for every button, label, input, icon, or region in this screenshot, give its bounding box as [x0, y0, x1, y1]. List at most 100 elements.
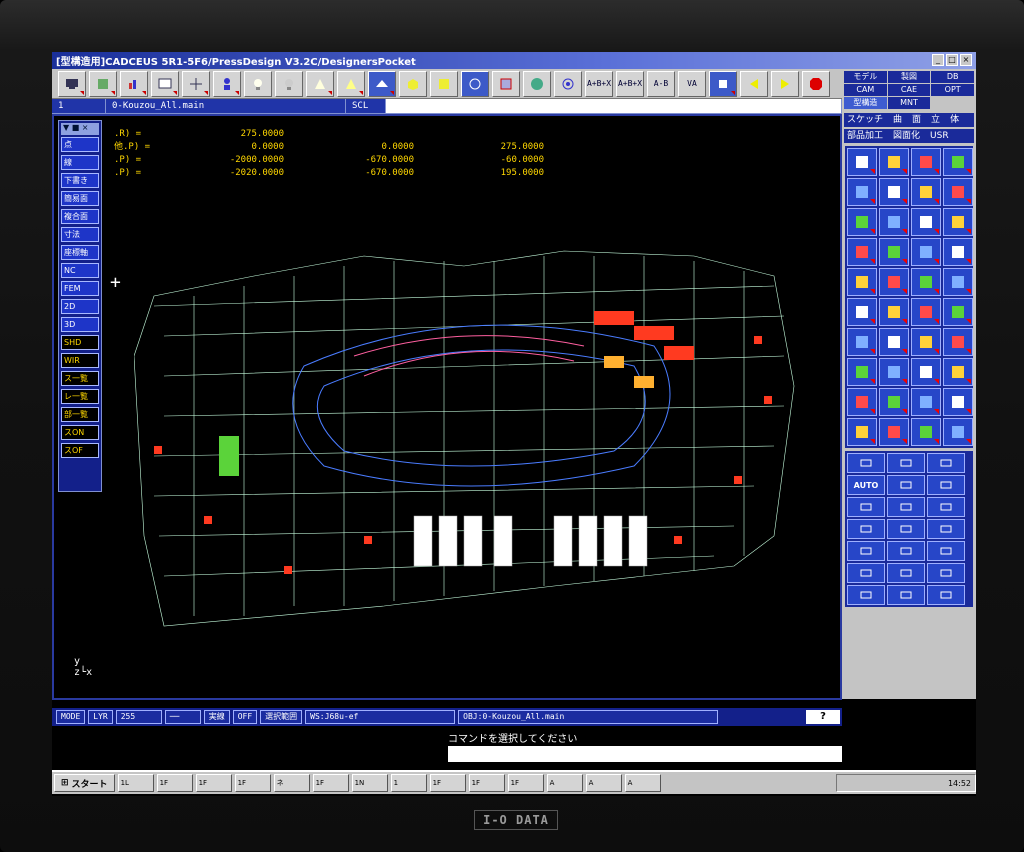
section-item[interactable]: 体 — [950, 113, 959, 127]
taskbar-item[interactable]: A — [585, 774, 622, 792]
left-menu-item[interactable]: WIR — [61, 353, 99, 368]
cube-icon[interactable] — [879, 268, 909, 296]
arrow-right-icon[interactable] — [771, 70, 799, 97]
va-button[interactable]: VA — [678, 70, 706, 97]
measure-icon[interactable] — [847, 268, 877, 296]
left-menu-item[interactable]: 寸法 — [61, 227, 99, 242]
curve-icon[interactable] — [847, 497, 885, 517]
taskbar-item[interactable]: 1F — [312, 774, 349, 792]
line-type[interactable]: 実線 — [203, 710, 230, 724]
left-menu-item[interactable]: SHD — [61, 335, 99, 350]
person-icon[interactable] — [213, 70, 241, 97]
left-menu-item[interactable]: 点 — [61, 137, 99, 152]
left-menu-item[interactable]: 座標軸 — [61, 245, 99, 260]
right-tab[interactable]: OPT — [931, 84, 974, 96]
taskbar-item[interactable]: 1F — [468, 774, 505, 792]
section-item[interactable]: 面 — [912, 113, 921, 127]
left-menu-item[interactable]: ス一覧 — [61, 371, 99, 386]
search-icon[interactable] — [847, 519, 885, 539]
right-tab[interactable]: MNT — [887, 97, 931, 109]
graphics-viewport[interactable]: .R) = 275.0000 他.P) = 0.0000 0.0000 275.0000… — [52, 114, 842, 700]
view-icon[interactable] — [927, 519, 965, 539]
left-menu-item[interactable]: NC — [61, 263, 99, 278]
key-icon[interactable] — [943, 298, 973, 326]
light-icon[interactable] — [306, 70, 334, 97]
taskbar-item[interactable]: 1 — [390, 774, 427, 792]
table-icon[interactable] — [927, 563, 965, 583]
chart-icon[interactable] — [879, 148, 909, 176]
check-icon[interactable] — [911, 268, 941, 296]
sun-icon[interactable] — [927, 585, 965, 605]
rect-icon[interactable] — [847, 453, 885, 473]
section-item[interactable]: スケッチ — [847, 113, 883, 127]
dash-icon[interactable] — [887, 497, 925, 517]
frame-icon[interactable] — [879, 328, 909, 356]
doc-file[interactable]: 0-Kouzou_All.main — [106, 99, 346, 113]
section-item[interactable]: 図面化 — [893, 129, 920, 143]
arrow-icon[interactable] — [911, 298, 941, 326]
wave2-icon[interactable] — [847, 388, 877, 416]
distance-ab-button[interactable]: A-B — [647, 70, 675, 97]
taskbar-item[interactable]: 1F — [234, 774, 271, 792]
left-menu-item[interactable]: レ一覧 — [61, 389, 99, 404]
monitor-icon[interactable] — [58, 70, 86, 97]
scale-icon[interactable] — [879, 418, 909, 446]
left-menu-item[interactable]: 複合面 — [61, 209, 99, 224]
hand-icon[interactable] — [709, 70, 737, 97]
grid-icon[interactable] — [879, 238, 909, 266]
section-item[interactable]: USR — [930, 129, 949, 143]
doc-mode[interactable]: SCL — [346, 99, 386, 113]
label-icon[interactable] — [911, 328, 941, 356]
right-tab[interactable]: DB — [931, 71, 974, 83]
left-menu-item[interactable]: 下書き — [61, 173, 99, 188]
bolt-icon[interactable] — [847, 358, 877, 386]
gear-icon[interactable] — [847, 238, 877, 266]
taskbar-item[interactable]: ネ — [273, 774, 310, 792]
taskbar-item[interactable]: 1F — [156, 774, 193, 792]
distance-abx2-button[interactable]: A+B+X — [616, 70, 644, 97]
left-menu-item[interactable]: スON — [61, 425, 99, 440]
left-menu-item[interactable]: 3D — [61, 317, 99, 332]
lightbulb-icon[interactable] — [244, 70, 272, 97]
link-icon[interactable] — [887, 453, 925, 473]
square-icon[interactable] — [430, 70, 458, 97]
lightbulb-off-icon[interactable] — [275, 70, 303, 97]
vrml-icon[interactable] — [943, 208, 973, 236]
spr-icon[interactable] — [879, 358, 909, 386]
right-tab[interactable]: 型構造 — [844, 97, 887, 109]
selection-mode[interactable]: 選択範囲 — [260, 710, 303, 724]
section-item[interactable]: 部品加工 — [847, 129, 883, 143]
snap-toggle[interactable]: OFF — [232, 710, 258, 724]
image-icon[interactable] — [943, 358, 973, 386]
right-tab[interactable]: CAE — [887, 84, 931, 96]
render-icon[interactable] — [368, 70, 396, 97]
right-tab[interactable]: モデル — [844, 71, 887, 83]
distance-abx-button[interactable]: A+B+X — [585, 70, 613, 97]
y-axis-icon[interactable] — [887, 585, 925, 605]
left-menu-item[interactable]: 部一覧 — [61, 407, 99, 422]
light2-icon[interactable] — [337, 70, 365, 97]
line-icon[interactable] — [927, 475, 965, 495]
solid-icon[interactable] — [943, 268, 973, 296]
layer-icon[interactable] — [89, 70, 117, 97]
left-menu-item[interactable]: 線 — [61, 155, 99, 170]
chart-icon[interactable] — [120, 70, 148, 97]
globe-icon[interactable] — [523, 70, 551, 97]
box2-icon[interactable] — [927, 497, 965, 517]
plate-icon[interactable] — [847, 328, 877, 356]
stop-button[interactable] — [802, 70, 830, 97]
command-input[interactable] — [448, 746, 842, 762]
copy-icon[interactable] — [879, 388, 909, 416]
grid2-icon[interactable] — [847, 541, 885, 561]
x-axis-icon[interactable] — [847, 585, 885, 605]
jig-icon[interactable] — [879, 298, 909, 326]
right-tab[interactable]: 製図 — [887, 71, 931, 83]
auto-icon[interactable]: AUTO — [847, 475, 885, 495]
layer-number[interactable]: 255 — [115, 710, 162, 724]
section-item[interactable]: 曲 — [893, 113, 902, 127]
arrow-left-icon[interactable] — [740, 70, 768, 97]
left-menu-item[interactable]: スOF — [61, 443, 99, 458]
wing-icon[interactable] — [911, 358, 941, 386]
taskbar-item[interactable]: 1L — [117, 774, 154, 792]
right-tab[interactable]: CAM — [844, 84, 887, 96]
